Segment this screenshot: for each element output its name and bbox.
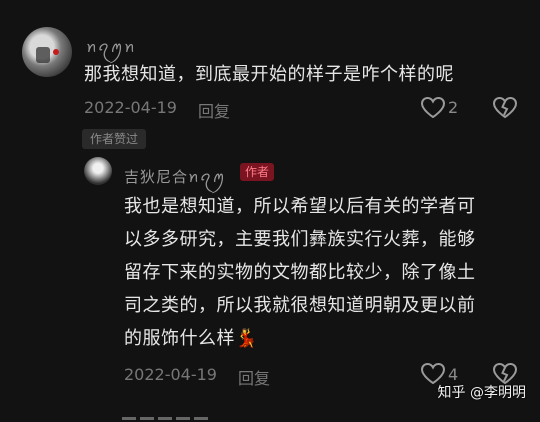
heart-broken-icon[interactable] [492, 96, 518, 120]
comment-text-line: 的服饰什么样💃 [124, 322, 476, 355]
author-badge: 作者 [240, 163, 275, 181]
comment-text: 我也是想知道，所以希望以后有关的学者可 以多多研究，主要我们彝族实行火葬，能够 … [124, 190, 476, 355]
comment-date: 2022-04-19 [124, 365, 217, 384]
comment-text-line: 那我想知道，到底最开始的样子是咋个样的呢 [84, 64, 454, 85]
emoji: 💃 [235, 328, 258, 349]
like-count: 2 [448, 98, 459, 117]
next-comment-peek [122, 408, 226, 422]
avatar[interactable] [84, 157, 112, 185]
heart-outline-icon[interactable] [420, 96, 446, 120]
watermark: 知乎 @李明明 [437, 385, 526, 401]
reply-button[interactable]: 回复 [198, 98, 230, 122]
comment-text-line: 我也是想知道，所以希望以后有关的学者可 [124, 196, 476, 217]
reply-button[interactable]: 回复 [238, 365, 270, 389]
comment-text-line: 以多多研究，主要我们彝族实行火葬，能够 [124, 229, 476, 250]
clipped-text-icon [122, 417, 208, 420]
avatar[interactable] [22, 27, 72, 77]
comment-text-segment: 的服饰什么样 [124, 328, 235, 349]
comment-text: 那我想知道，到底最开始的样子是咋个样的呢 [84, 58, 454, 91]
comment-text-line: 留存下来的实物的文物都比较少，除了像土 [124, 262, 476, 283]
comment-text-line: 司之类的，所以我就很想知道明朝及更以前 [124, 295, 476, 316]
author-liked-badge: 作者赞过 [82, 129, 147, 149]
comment-date: 2022-04-19 [84, 98, 177, 117]
